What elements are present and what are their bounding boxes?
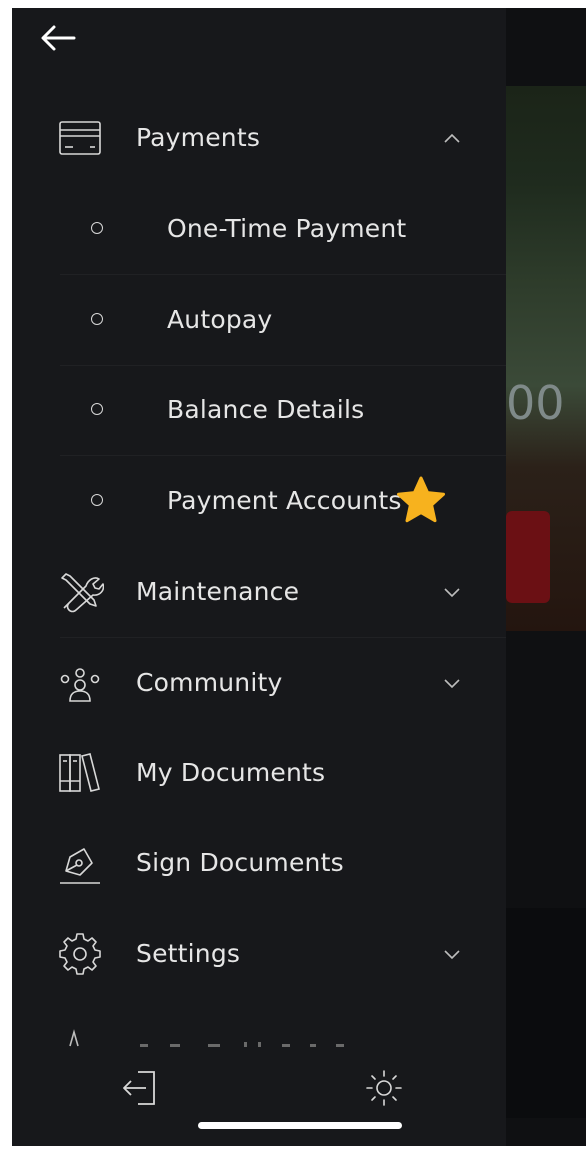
menu-item-label: Maintenance [136, 577, 300, 606]
people-icon [56, 659, 104, 707]
bullet-icon [91, 403, 103, 415]
chevron-down-icon[interactable] [440, 580, 464, 604]
chevron-down-icon[interactable] [440, 942, 464, 966]
bullet-icon [91, 313, 103, 325]
home-indicator[interactable] [198, 1122, 402, 1129]
drawer-footer [12, 1058, 506, 1146]
submenu-item-label: Payment Accounts [167, 486, 402, 515]
menu-item-label: Sign Documents [136, 848, 344, 877]
menu-item-partial [12, 1016, 506, 1056]
menu-item-community[interactable]: Community [12, 638, 506, 728]
back-button[interactable] [38, 22, 78, 54]
sun-icon [366, 1070, 402, 1106]
phone-screen: 00 Payments One-Time Payment Autopay Bal… [12, 8, 586, 1146]
submenu-item-balance-details[interactable]: Balance Details [12, 365, 506, 455]
menu-item-label: Payments [136, 123, 261, 152]
menu-item-my-documents[interactable]: My Documents [12, 728, 506, 818]
bullet-icon [91, 494, 103, 506]
pen-sign-icon [56, 839, 104, 887]
menu-item-payments[interactable]: Payments [12, 93, 506, 183]
menu-item-sign-documents[interactable]: Sign Documents [12, 818, 506, 908]
background-photo: 00 [506, 86, 586, 631]
gear-icon [56, 930, 104, 978]
chevron-down-icon[interactable] [440, 671, 464, 695]
submenu-item-one-time-payment[interactable]: One-Time Payment [12, 184, 506, 274]
background-card [506, 908, 586, 1118]
credit-card-icon [56, 114, 104, 162]
background-red-button [506, 511, 550, 603]
logout-button[interactable] [120, 1068, 160, 1108]
background-amount: 00 [506, 376, 565, 430]
star-icon [394, 474, 448, 528]
menu-item-label: Settings [136, 939, 241, 968]
menu-item-label: Community [136, 668, 283, 697]
navigation-drawer: Payments One-Time Payment Autopay Balanc… [12, 8, 506, 1146]
submenu-item-label: Autopay [167, 305, 273, 334]
theme-toggle-button[interactable] [364, 1068, 404, 1108]
submenu-item-autopay[interactable]: Autopay [12, 275, 506, 365]
chevron-up-icon[interactable] [440, 126, 464, 150]
menu-item-settings[interactable]: Settings [12, 909, 506, 999]
arrow-left-icon [41, 25, 76, 51]
tools-icon [56, 568, 104, 616]
menu-item-label: My Documents [136, 758, 326, 787]
submenu-item-label: Balance Details [167, 395, 365, 424]
binders-icon [56, 749, 104, 797]
bullet-icon [91, 222, 103, 234]
logout-icon [123, 1071, 155, 1105]
submenu-item-label: One-Time Payment [167, 214, 407, 243]
background-app-overlay[interactable]: 00 [506, 8, 586, 1146]
menu-item-maintenance[interactable]: Maintenance [12, 547, 506, 637]
